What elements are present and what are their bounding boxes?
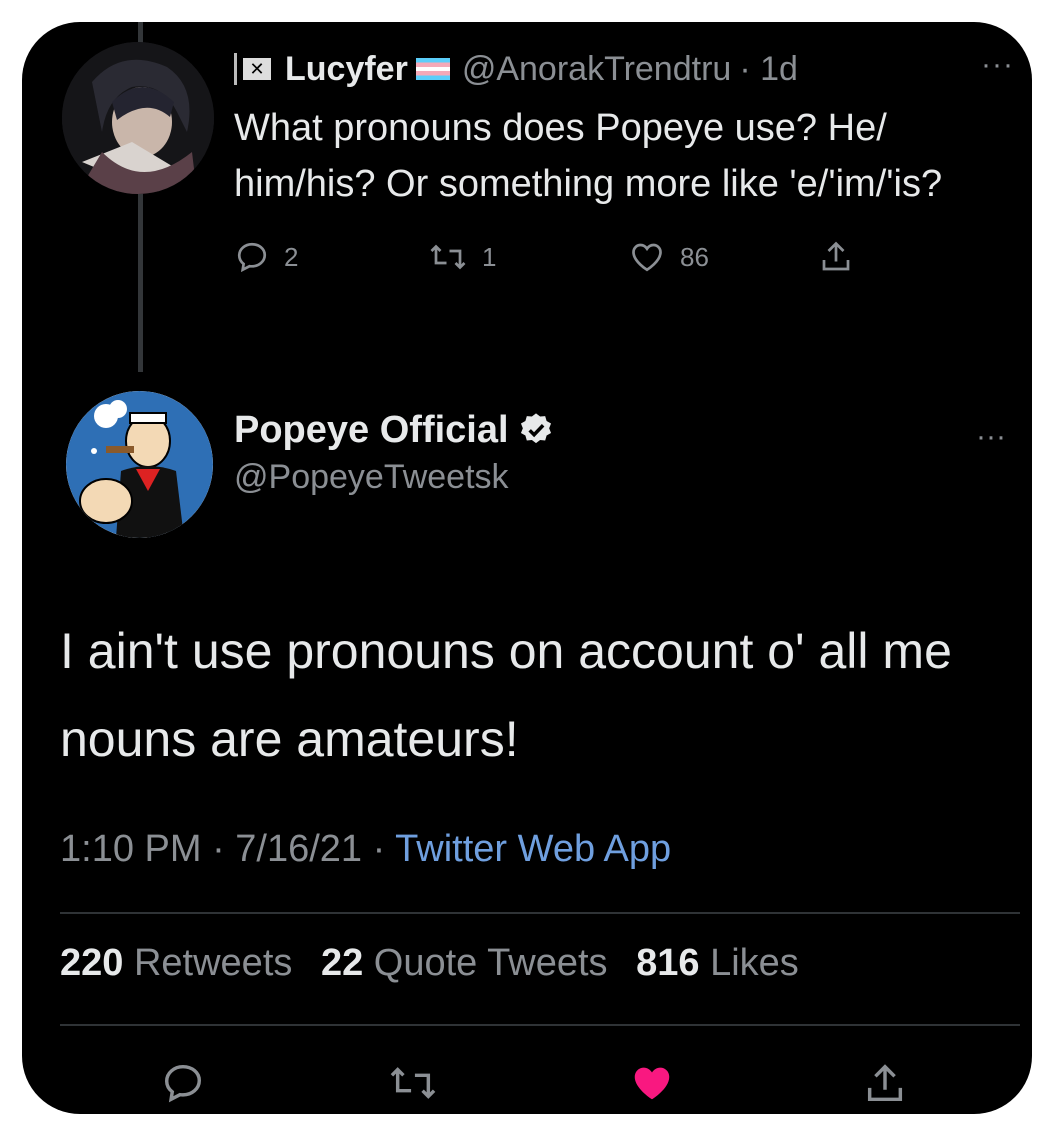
tweet-metadata: 1:10 PM · 7/16/21 · Twitter Web App — [60, 828, 671, 871]
pirate-flag-icon: ✕ — [234, 53, 277, 85]
retweet-count: 1 — [482, 241, 497, 272]
divider — [60, 1024, 1020, 1026]
reply-like-button[interactable]: 86 — [628, 239, 818, 275]
reply-author-handle[interactable]: @AnorakTrendtru — [462, 48, 731, 90]
verified-badge-icon — [520, 413, 551, 444]
reply-icon — [164, 1064, 202, 1103]
main-more-options-icon[interactable]: ··· — [976, 420, 1006, 454]
reply-tweet[interactable]: ✕ Lucyfer @AnorakTrendtru · 1d ··· What … — [234, 48, 1014, 282]
reply-tweet-time[interactable]: · 1d — [739, 48, 798, 90]
main-author-name[interactable]: Popeye Official — [234, 407, 509, 453]
heart-icon — [634, 1067, 670, 1100]
reply-share-button[interactable] — [818, 238, 868, 276]
retweet-icon — [390, 1067, 436, 1099]
tweet-source-link[interactable]: Twitter Web App — [395, 828, 671, 870]
reply-author-name[interactable]: Lucyfer — [285, 48, 408, 90]
retweet-icon — [430, 244, 466, 270]
tweet-timestamp[interactable]: 1:10 PM · 7/16/21 · — [60, 828, 385, 870]
reply-author-avatar[interactable] — [62, 42, 214, 194]
reply-count: 2 — [284, 241, 299, 272]
retweet-button[interactable] — [388, 1060, 438, 1111]
share-icon — [822, 241, 850, 271]
share-button[interactable] — [862, 1060, 908, 1113]
reply-reply-button[interactable]: 2 — [234, 239, 428, 275]
reply-button[interactable] — [160, 1060, 206, 1111]
trans-flag-icon — [415, 58, 450, 80]
main-tweet-actions — [22, 1052, 1032, 1114]
like-count: 86 — [680, 241, 709, 272]
quote-tweets-stat[interactable]: 22 Quote Tweets — [321, 942, 608, 984]
heart-icon — [632, 243, 662, 272]
reply-tweet-header: ✕ Lucyfer @AnorakTrendtru · 1d — [234, 48, 1014, 90]
reply-icon — [237, 242, 267, 273]
main-tweet-text: I ain't use pronouns on account o' all m… — [60, 623, 952, 767]
reply-tweet-actions: 2 1 86 — [234, 232, 1014, 282]
main-author-handle[interactable]: @PopeyeTweetsk — [234, 453, 555, 501]
divider — [60, 912, 1020, 914]
tweet-card: ✕ Lucyfer @AnorakTrendtru · 1d ··· What … — [22, 22, 1032, 1114]
reply-retweet-button[interactable]: 1 — [428, 239, 628, 275]
reply-more-options-icon[interactable]: ··· — [981, 48, 1014, 82]
reply-tweet-text: What pronouns does Popeye use? He/ him/h… — [234, 107, 943, 205]
share-icon — [867, 1064, 903, 1102]
like-button[interactable] — [628, 1060, 676, 1111]
retweets-stat[interactable]: 220 Retweets — [60, 942, 292, 984]
popeye-avatar[interactable] — [62, 387, 217, 542]
main-tweet-header: Popeye Official @PopeyeTweetsk — [234, 407, 555, 501]
likes-stat[interactable]: 816 Likes — [636, 942, 799, 984]
tweet-stats: 220 Retweets 22 Quote Tweets 816 Likes — [60, 942, 799, 985]
